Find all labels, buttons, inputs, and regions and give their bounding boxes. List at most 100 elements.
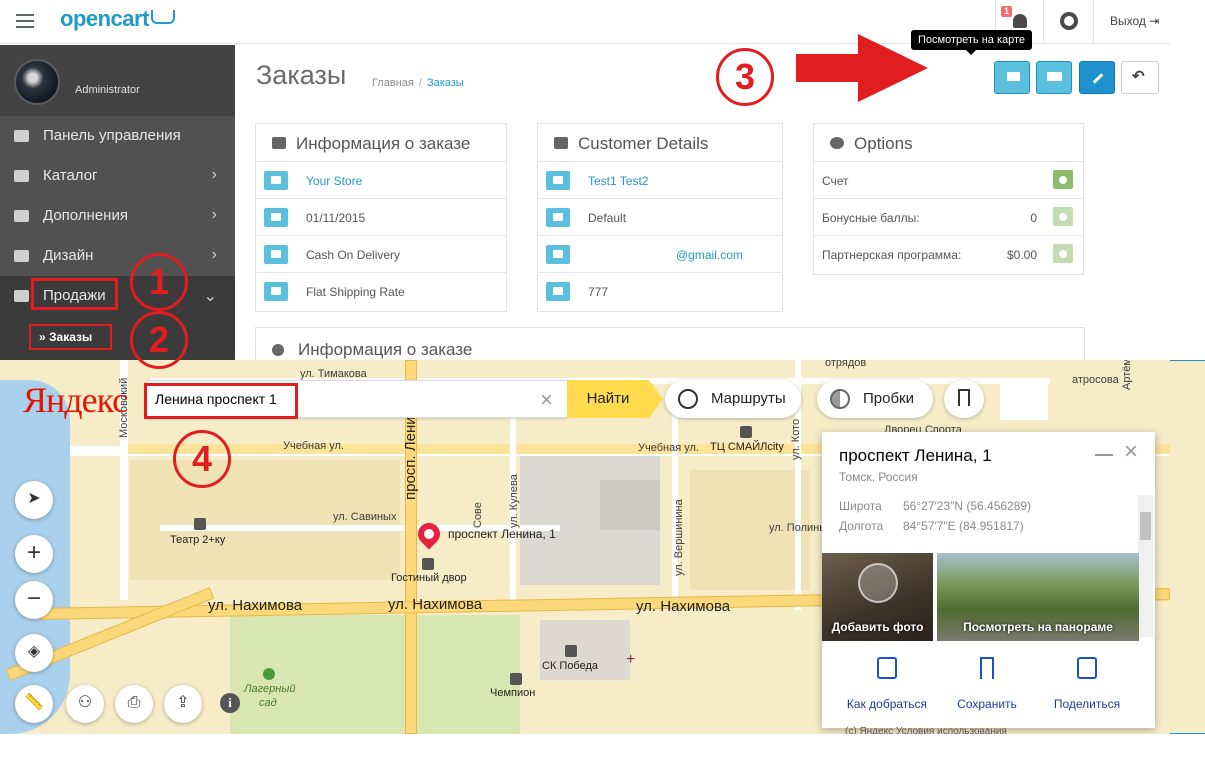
panel-title: Информация о заказе <box>296 134 471 153</box>
add-photo-button[interactable]: Добавить фото <box>822 553 933 641</box>
panel-heading: Customer Details <box>538 124 782 162</box>
scrollbar-thumb[interactable] <box>1140 512 1151 540</box>
card-scrollbar[interactable] <box>1138 495 1153 637</box>
chevron-down-icon: ⌄ <box>203 288 217 305</box>
print-invoice-button[interactable] <box>994 61 1030 94</box>
reward-value: 0 <box>1030 211 1037 225</box>
medical-cross-icon: + <box>626 651 636 668</box>
yandex-logo[interactable]: Яндекс <box>23 379 128 421</box>
customer-details-panel: Customer Details Test1 Test2 Default @gm… <box>537 123 783 312</box>
options-panel: Options Счет Бонусные баллы: 0 Партнерска… <box>813 123 1084 275</box>
avatar[interactable] <box>14 59 60 105</box>
close-icon[interactable]: × <box>1124 438 1138 466</box>
street-label: Учебная ул. <box>283 440 344 452</box>
tree-icon <box>263 668 275 680</box>
cart-icon <box>14 290 29 302</box>
zoom-out-button[interactable]: − <box>15 581 53 619</box>
tags-icon <box>14 170 29 182</box>
street-label: ул. Нахимова <box>208 597 303 614</box>
ruler-button[interactable]: 📏 <box>15 685 53 723</box>
info-icon[interactable]: i <box>220 693 240 713</box>
logout-label: Выход ⇥ <box>1110 14 1159 28</box>
directions-button[interactable]: Как добраться <box>837 657 937 711</box>
annotation-number-2: 2 <box>130 311 188 369</box>
sidebar-item-design[interactable]: Дизайн › <box>0 236 235 276</box>
payment-row: Cash On Delivery <box>256 236 506 273</box>
find-button[interactable]: Найти <box>567 380 663 418</box>
panel-title: Информация о заказе <box>298 340 473 359</box>
location-pin-icon[interactable] <box>413 518 445 550</box>
share-map-button[interactable]: ⇪ <box>164 685 202 723</box>
breadcrumb-current[interactable]: Заказы <box>427 77 464 89</box>
customer-name-link[interactable]: Test1 Test2 <box>588 174 648 188</box>
logo-cart-icon <box>150 10 175 24</box>
sidebar-item-dashboard[interactable]: Панель управления <box>0 116 235 156</box>
email-row: @gmail.com <box>538 236 782 273</box>
street-label: Сове <box>472 502 484 528</box>
envelope-icon[interactable] <box>546 245 570 264</box>
calendar-icon[interactable] <box>264 208 288 227</box>
minimize-icon[interactable] <box>1095 454 1113 456</box>
add-photo-label: Добавить фото <box>831 620 924 634</box>
email-link[interactable]: @gmail.com <box>676 248 743 262</box>
share-label: Поделиться <box>1053 697 1121 711</box>
edit-button[interactable] <box>1079 61 1115 94</box>
annotation-number-4: 4 <box>173 430 231 488</box>
page-title: Заказы <box>256 60 347 90</box>
breadcrumb-home[interactable]: Главная <box>372 77 414 89</box>
add-commission-button[interactable] <box>1053 244 1073 263</box>
street-label: ул. Вершинина <box>673 499 685 576</box>
user-icon[interactable] <box>546 171 570 190</box>
add-reward-button[interactable] <box>1053 207 1073 226</box>
red-arrow-annotation <box>796 34 928 102</box>
save-button[interactable]: Сохранить <box>937 657 1037 711</box>
traffic-button[interactable]: Пробки <box>817 380 933 418</box>
store-row: Your Store <box>256 162 506 199</box>
place-subtitle: Томск, Россия <box>839 470 918 484</box>
layers-button[interactable]: ◈ <box>15 634 53 672</box>
route-icon <box>877 657 897 679</box>
sidebar-item-orders[interactable]: » Заказы <box>29 324 112 350</box>
customer-row: Test1 Test2 <box>538 162 782 199</box>
sidebar-item-catalog[interactable]: Каталог › <box>0 156 235 196</box>
store-link[interactable]: Your Store <box>306 174 362 188</box>
traffic-icon <box>830 389 850 409</box>
affiliate-row: Партнерская программа: $0.00 <box>814 236 1083 273</box>
group-icon[interactable] <box>546 208 570 227</box>
sidebar-item-extensions[interactable]: Дополнения › <box>0 196 235 236</box>
clear-icon[interactable]: × <box>540 387 553 413</box>
menu-toggle-icon[interactable] <box>16 14 34 28</box>
zoom-in-button[interactable]: + <box>15 535 53 573</box>
logout-button[interactable]: Выход ⇥ <box>1093 0 1170 44</box>
share-button[interactable]: Поделиться <box>1037 657 1137 711</box>
truck-icon[interactable] <box>264 282 288 301</box>
help-button[interactable] <box>1043 0 1093 44</box>
back-button[interactable]: ↶ <box>1121 61 1159 94</box>
stadium-icon <box>565 645 577 657</box>
sidebar-item-label: Каталог <box>43 167 98 184</box>
chevron-right-icon: › <box>211 206 217 223</box>
tooltip: Посмотреть на карте <box>911 30 1033 50</box>
bookmarks-button[interactable] <box>944 380 984 418</box>
share-icon <box>1077 657 1097 679</box>
group-row: Default <box>538 199 782 236</box>
opencart-logo[interactable]: opencart <box>60 6 175 32</box>
highlight-box-sales <box>31 278 118 310</box>
generate-invoice-button[interactable] <box>1053 170 1073 189</box>
sign-out-icon: ⇥ <box>1149 14 1160 28</box>
map-copyright[interactable]: (с) Яндекс Условия использования <box>845 726 1007 734</box>
credit-card-icon[interactable] <box>264 245 288 264</box>
panorama-photo[interactable]: Посмотреть на панораме <box>937 553 1139 641</box>
phone-icon[interactable] <box>546 282 570 301</box>
panorama-button[interactable]: ⚇ <box>66 685 104 723</box>
poi-label: ТЦ СМАЙЛcity <box>710 441 784 453</box>
cart-icon[interactable] <box>264 171 288 190</box>
reward-row: Бонусные баллы: 0 <box>814 199 1083 236</box>
my-location-button[interactable]: ➤ <box>15 481 53 519</box>
find-label: Найти <box>586 390 630 407</box>
print-shipping-button[interactable] <box>1036 61 1072 94</box>
shipping-row: Flat Shipping Rate <box>256 273 506 310</box>
shopping-cart-icon <box>422 558 434 570</box>
routes-button[interactable]: Маршруты <box>665 380 801 418</box>
print-map-button[interactable]: ⎙ <box>115 685 153 723</box>
